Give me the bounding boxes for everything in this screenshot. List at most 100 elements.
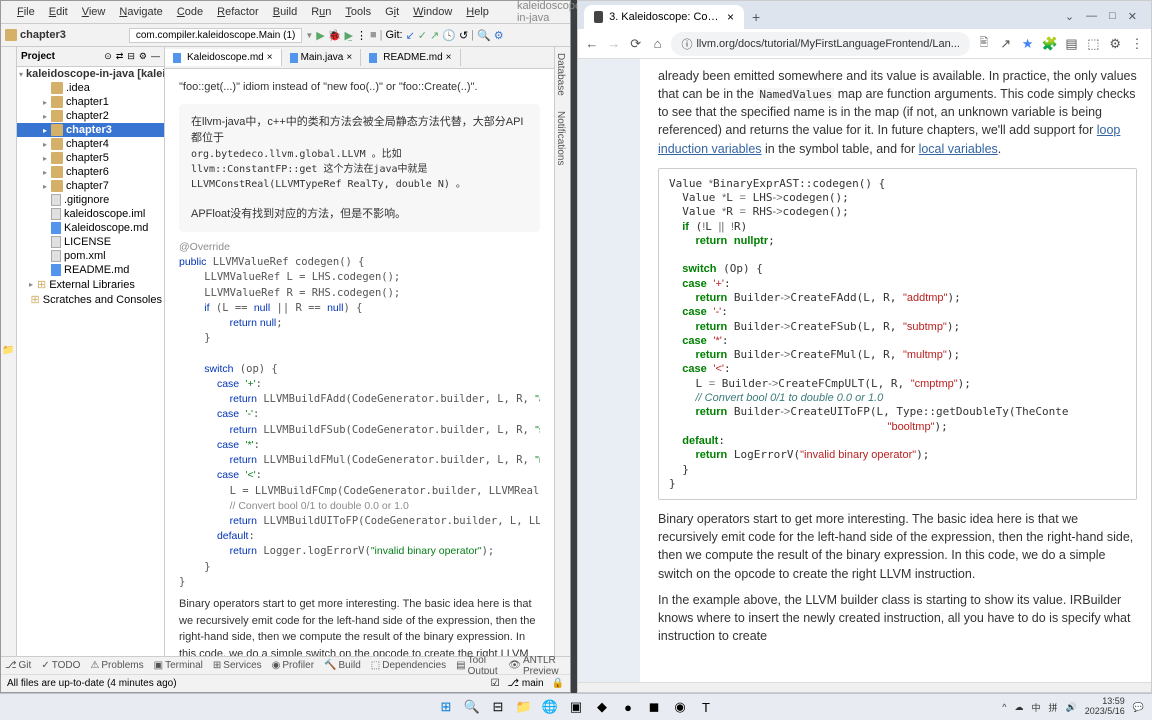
stop-icon[interactable]: ■ [370, 29, 377, 41]
git-push-icon[interactable]: ↗ [430, 29, 439, 42]
tree-node-chapter5[interactable]: ▸chapter5 [17, 151, 164, 165]
dots-icon[interactable]: ⋮ [356, 29, 367, 42]
tree-node-chapter2[interactable]: ▸chapter2 [17, 109, 164, 123]
bt-deps[interactable]: ⬚ Dependencies [371, 660, 446, 671]
reload-icon[interactable]: ⟳ [628, 36, 644, 52]
tray-lang[interactable]: 中 [1031, 701, 1040, 714]
select-open-icon[interactable]: ⊙ [104, 51, 112, 62]
tab-notifications[interactable]: Notifications [553, 105, 568, 171]
info-icon[interactable]: ⓘ [681, 36, 692, 52]
start-button[interactable]: ⊞ [435, 696, 457, 718]
tree-node-chapter6[interactable]: ▸chapter6 [17, 165, 164, 179]
translate-icon[interactable]: 🖹 [976, 34, 992, 53]
tree-node-kaleidoscope.iml[interactable]: kaleidoscope.iml [17, 207, 164, 221]
bt-profiler[interactable]: ◉ Profiler [272, 660, 314, 671]
tree-scratch[interactable]: ⊞ Scratches and Consoles [17, 292, 164, 307]
url-bar[interactable]: ⓘ llvm.org/docs/tutorial/MyFirstLanguage… [671, 32, 970, 56]
run-config-select[interactable]: com.compiler.kaleidoscope.Main (1) [129, 28, 303, 43]
expand-icon[interactable]: ⇄ [116, 51, 124, 62]
menu-build[interactable]: Build [267, 4, 303, 20]
tree-node-Kaleidoscope.md[interactable]: Kaleidoscope.md [17, 221, 164, 235]
tab-close-icon[interactable]: × [267, 52, 273, 63]
menu-code[interactable]: Code [171, 4, 209, 20]
forward-icon[interactable]: → [606, 36, 622, 51]
menu-run[interactable]: Run [305, 4, 337, 20]
ext3-icon[interactable]: ⬚ [1085, 36, 1101, 52]
bt-build[interactable]: 🔨 Build [324, 660, 361, 671]
terminal-icon[interactable]: ▣ [565, 696, 587, 718]
menu-edit[interactable]: Edit [43, 4, 74, 20]
tab-close-icon[interactable]: × [346, 52, 352, 63]
tree-root[interactable]: ▾ kaleidoscope-in-java [kaleidos [17, 67, 164, 81]
tab-database[interactable]: Database [553, 47, 568, 102]
inspections-icon[interactable]: ☑ [491, 678, 500, 689]
menu-window[interactable]: Window [407, 4, 458, 20]
chevron-down-icon[interactable]: ⌄ [1065, 10, 1074, 23]
git-rollback-icon[interactable]: ↺ [459, 29, 468, 42]
debug-icon[interactable]: 🐞 [328, 29, 342, 42]
tree-node-.idea[interactable]: .idea [17, 81, 164, 95]
menu-file[interactable]: File [11, 4, 41, 20]
link-local-vars[interactable]: local variables [919, 142, 998, 156]
gear-icon[interactable]: ⚙ [139, 51, 147, 62]
maximize-icon[interactable]: □ [1109, 10, 1116, 23]
app2-icon[interactable]: ● [617, 696, 639, 718]
menu-help[interactable]: Help [460, 4, 495, 20]
tray-network-icon[interactable]: 🔊 [1066, 702, 1077, 713]
menu-git[interactable]: Git [379, 4, 405, 20]
ext2-icon[interactable]: ▤ [1064, 36, 1080, 52]
tree-node-chapter1[interactable]: ▸chapter1 [17, 95, 164, 109]
tree-node-chapter4[interactable]: ▸chapter4 [17, 137, 164, 151]
tree-node-chapter3[interactable]: ▸chapter3 [17, 123, 164, 137]
menu-tools[interactable]: Tools [339, 4, 377, 20]
notifications-icon[interactable]: 💬 [1133, 702, 1144, 713]
menu-view[interactable]: View [76, 4, 112, 20]
tab-readme-md[interactable]: README.md× [361, 49, 460, 66]
git-update-icon[interactable]: ↙ [406, 29, 415, 42]
search-icon[interactable]: 🔍 [461, 696, 483, 718]
tab-kaleidoscope-md[interactable]: Kaleidoscope.md× [165, 49, 282, 66]
git-history-icon[interactable]: 🕓 [442, 29, 456, 42]
chrome-tab[interactable]: 3. Kaleidoscope: Code genera × [584, 5, 744, 29]
tray-chevron-icon[interactable]: ^ [1002, 702, 1006, 712]
menu-icon[interactable]: ⋮ [1129, 36, 1145, 52]
tree-node-LICENSE[interactable]: LICENSE [17, 235, 164, 249]
close-icon[interactable]: ✕ [1128, 10, 1137, 23]
explorer-icon[interactable]: 📁 [513, 696, 535, 718]
home-icon[interactable]: ⌂ [650, 36, 666, 51]
breadcrumb[interactable]: chapter3 [20, 29, 66, 41]
back-icon[interactable]: ← [584, 36, 600, 51]
minimize-icon[interactable]: — [1086, 10, 1097, 23]
ext4-icon[interactable]: ⚙ [1107, 36, 1123, 52]
bt-git[interactable]: ⎇ Git [5, 660, 31, 671]
menu-refactor[interactable]: Refactor [211, 4, 265, 20]
menu-navigate[interactable]: Navigate [113, 4, 168, 20]
bt-todo[interactable]: ✓ TODO [41, 660, 80, 671]
share-icon[interactable]: ↗ [998, 36, 1014, 52]
clock[interactable]: 13:59 2023/5/16 [1085, 697, 1125, 717]
bt-problems[interactable]: ⚠ Problems [90, 660, 143, 671]
search-icon[interactable]: 🔍 [477, 29, 491, 42]
bookmark-icon[interactable]: ★ [1020, 36, 1036, 52]
tray-ime[interactable]: 拼 [1049, 701, 1058, 714]
bt-terminal[interactable]: ▣ Terminal [154, 660, 203, 671]
run-icon[interactable]: ▶ [316, 29, 324, 42]
tree-node-.gitignore[interactable]: .gitignore [17, 193, 164, 207]
app1-icon[interactable]: ◆ [591, 696, 613, 718]
tree-node-chapter7[interactable]: ▸chapter7 [17, 179, 164, 193]
taskview-icon[interactable]: ⊟ [487, 696, 509, 718]
scrollbar-horizontal[interactable] [578, 682, 1151, 692]
chrome-content[interactable]: already been emitted somewhere and its v… [578, 59, 1151, 682]
git-commit-icon[interactable]: ✓ [418, 29, 427, 42]
tree-node-README.md[interactable]: README.md [17, 263, 164, 277]
ext-icon[interactable]: 🧩 [1042, 36, 1058, 52]
editor-content[interactable]: "foo::get(...)" idiom instead of "new fo… [165, 69, 554, 656]
lock-icon[interactable]: 🔒 [552, 678, 564, 689]
dropdown-icon[interactable]: ▼ [305, 31, 313, 40]
app3-icon[interactable]: ◉ [669, 696, 691, 718]
intellij-icon[interactable]: ◼ [643, 696, 665, 718]
tray-onedrive-icon[interactable]: ☁ [1014, 702, 1023, 713]
tab-close-icon[interactable]: × [446, 52, 452, 63]
settings-icon[interactable]: ⚙ [494, 29, 504, 42]
chrome-icon[interactable]: 🌐 [539, 696, 561, 718]
